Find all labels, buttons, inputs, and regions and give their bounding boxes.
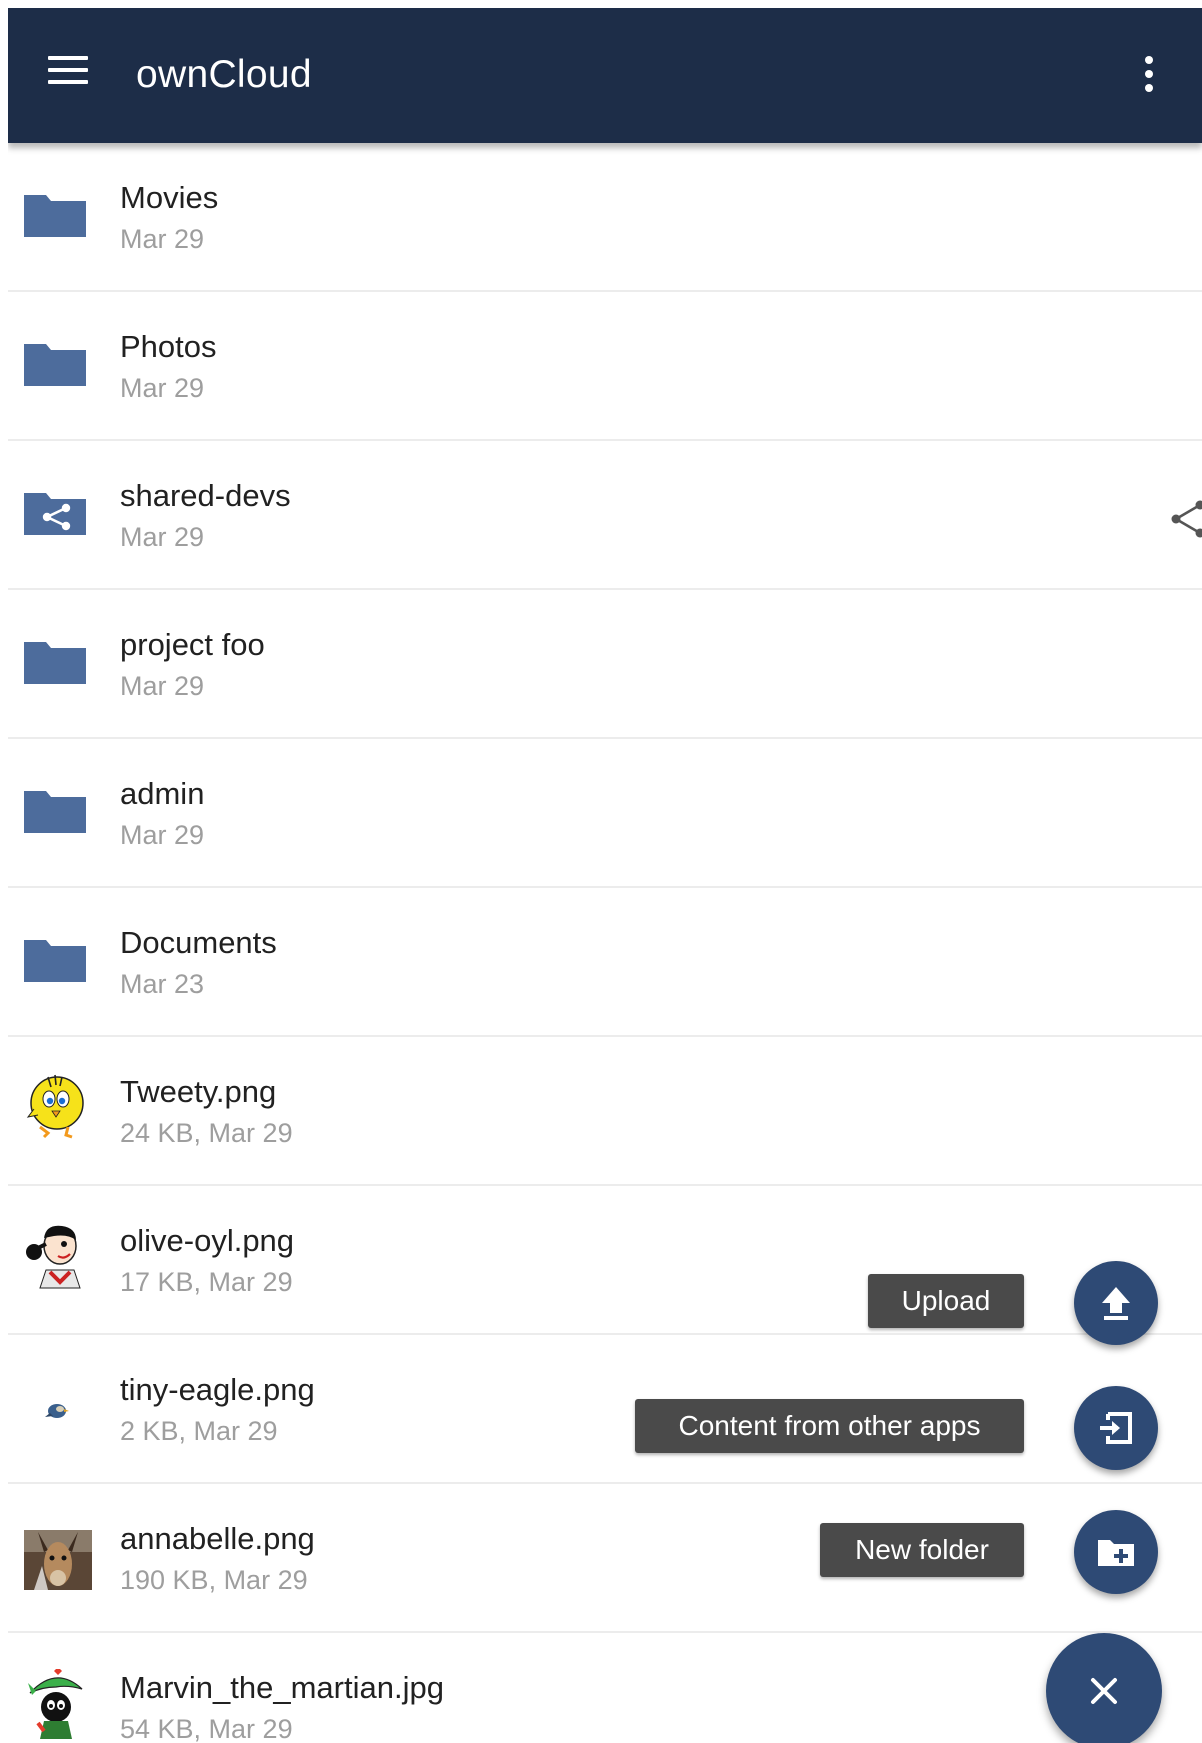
file-row-project-foo[interactable]: project foo Mar 29 [8, 590, 1202, 739]
file-row-marvin[interactable]: Marvin_the_martian.jpg 54 KB, Mar 29 [8, 1633, 1202, 1743]
file-meta: 24 KB, Mar 29 [120, 1118, 293, 1148]
upload-label[interactable]: Upload [868, 1274, 1024, 1328]
file-meta: Mar 29 [120, 522, 205, 552]
file-meta: 2 KB, Mar 29 [120, 1416, 278, 1446]
file-name: admin [120, 776, 205, 811]
folder-icon [24, 775, 88, 845]
file-name: Marvin_the_martian.jpg [120, 1670, 444, 1705]
file-meta: Mar 23 [120, 969, 205, 999]
folder-icon [24, 179, 88, 249]
file-row-tweety[interactable]: Tweety.png 24 KB, Mar 29 [8, 1037, 1202, 1186]
file-name: Photos [120, 329, 217, 364]
more-vert-icon[interactable] [1140, 54, 1158, 94]
file-meta: Mar 29 [120, 671, 205, 701]
file-list: Movies Mar 29 Photos Mar 29 shared-devs … [8, 143, 1202, 1743]
file-meta: Mar 29 [120, 373, 205, 403]
file-meta: Mar 29 [120, 224, 205, 254]
content-from-other-apps-label[interactable]: Content from other apps [635, 1399, 1024, 1453]
close-icon [1091, 1678, 1117, 1704]
file-meta: Mar 29 [120, 820, 205, 850]
file-row-documents[interactable]: Documents Mar 23 [8, 888, 1202, 1037]
file-meta: 190 KB, Mar 29 [120, 1565, 308, 1595]
import-icon [1100, 1412, 1132, 1444]
new-folder-label[interactable]: New folder [820, 1523, 1024, 1577]
annabelle-thumbnail [24, 1520, 92, 1592]
tiny-eagle-thumbnail [24, 1371, 88, 1441]
file-row-shared-devs[interactable]: shared-devs Mar 29 [8, 441, 1202, 590]
file-row-admin[interactable]: admin Mar 29 [8, 739, 1202, 888]
file-meta: 54 KB, Mar 29 [120, 1714, 293, 1743]
create-folder-icon [1098, 1540, 1134, 1566]
app-screen: ownCloud Movies Mar 29 Photos Mar 29 sha… [8, 8, 1202, 1743]
file-name: Tweety.png [120, 1074, 277, 1109]
file-row-photos[interactable]: Photos Mar 29 [8, 292, 1202, 441]
hamburger-menu-icon[interactable] [48, 56, 88, 86]
file-name: tiny-eagle.png [120, 1372, 315, 1407]
app-bar: ownCloud [8, 8, 1202, 143]
tweety-thumbnail [24, 1073, 88, 1143]
file-name: Documents [120, 925, 277, 960]
file-name: shared-devs [120, 478, 291, 513]
olive-oyl-thumbnail [24, 1222, 88, 1292]
close-fab-button[interactable] [1046, 1633, 1162, 1743]
content-from-other-apps-button[interactable] [1074, 1386, 1158, 1470]
upload-button[interactable] [1074, 1261, 1158, 1345]
file-name: project foo [120, 627, 265, 662]
file-meta: 17 KB, Mar 29 [120, 1267, 293, 1297]
folder-icon [24, 924, 88, 994]
app-title: ownCloud [136, 53, 312, 96]
file-row-movies[interactable]: Movies Mar 29 [8, 143, 1202, 292]
file-name: annabelle.png [120, 1521, 315, 1556]
new-folder-button[interactable] [1074, 1510, 1158, 1594]
folder-icon [24, 626, 88, 696]
shared-folder-icon [24, 477, 88, 547]
folder-icon [24, 328, 88, 398]
marvin-thumbnail [24, 1667, 88, 1739]
upload-icon [1102, 1287, 1130, 1320]
share-icon[interactable] [1170, 497, 1202, 541]
file-name: olive-oyl.png [120, 1223, 295, 1258]
file-name: Movies [120, 180, 219, 215]
